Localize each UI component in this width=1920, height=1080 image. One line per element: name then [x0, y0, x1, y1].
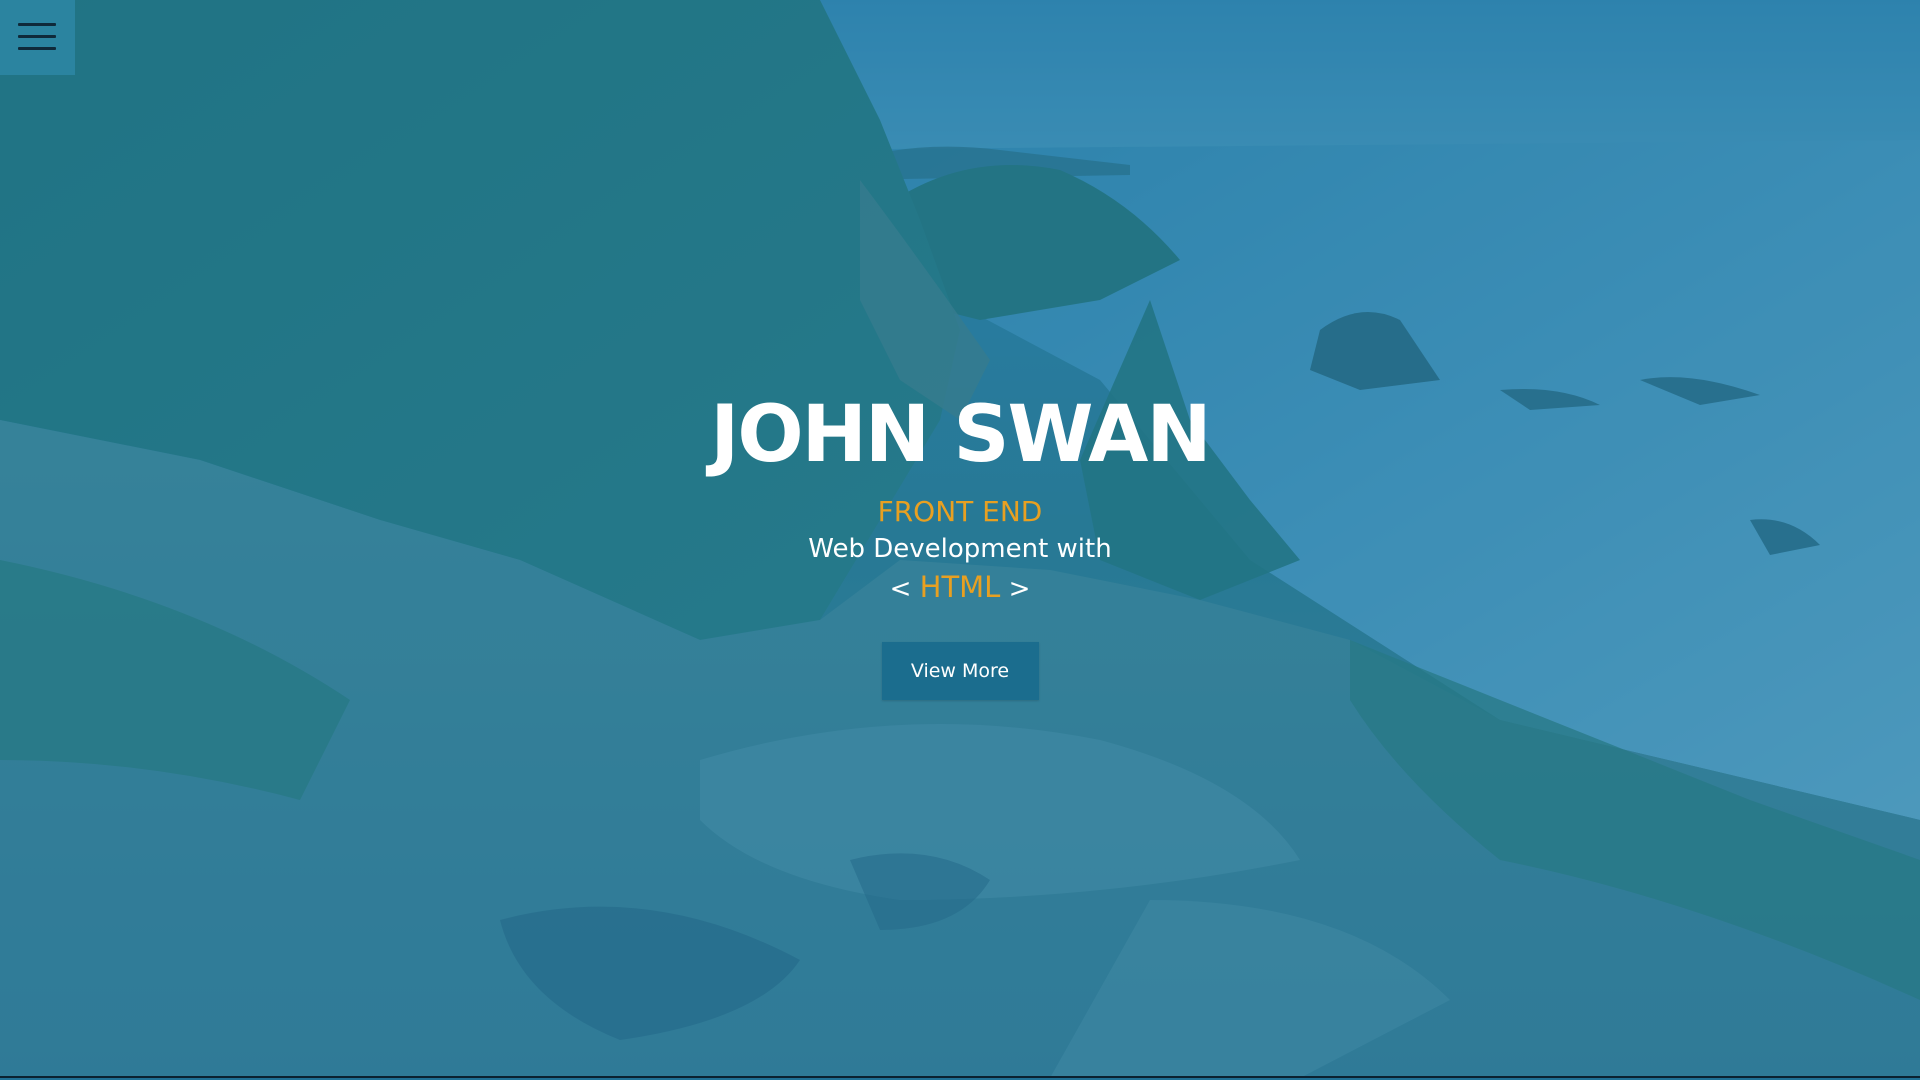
- hero-tech-line: < HTML >: [0, 568, 1920, 608]
- hero-description: Web Development with: [808, 534, 1112, 564]
- view-more-button[interactable]: View More: [881, 642, 1039, 700]
- hamburger-menu-button[interactable]: [0, 0, 75, 75]
- hero-section: JOHN SWAN FRONT END Web Development with…: [0, 0, 1920, 1078]
- hero-role: FRONT END: [877, 495, 1043, 528]
- tech-suffix: >: [1008, 574, 1031, 604]
- hero-tech: HTML: [919, 570, 1001, 604]
- hero-content: JOHN SWAN FRONT END Web Development with…: [0, 390, 1920, 700]
- hero-bottom-border: [0, 1076, 1920, 1078]
- hero-name: JOHN SWAN: [710, 390, 1211, 480]
- tech-prefix: <: [889, 574, 912, 604]
